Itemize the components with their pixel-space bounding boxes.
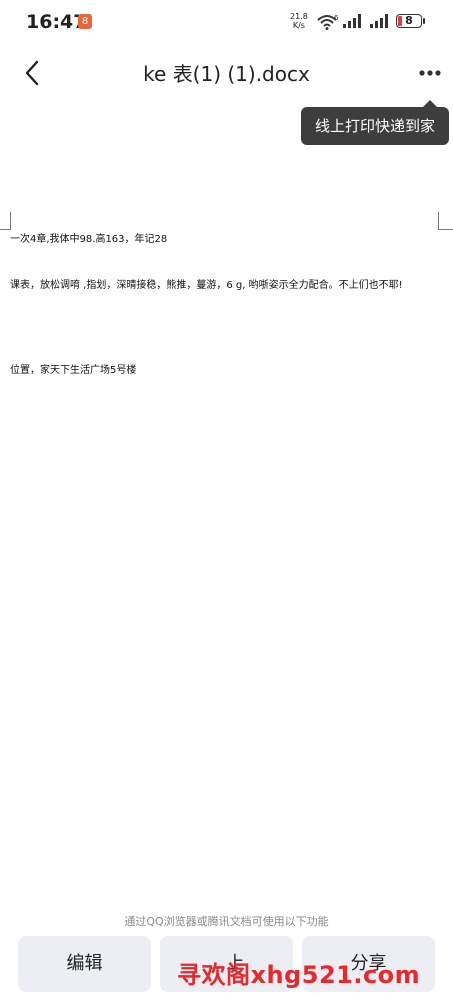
back-button[interactable] (18, 58, 48, 88)
document-line: 课表，放松调唷 ,指划，深晴接稳，熊推，蔓游，6 g, 哟哳姿示全力配合。不上们… (10, 280, 403, 291)
signal-icon (343, 14, 361, 28)
print-delivery-tooltip[interactable]: 线上打印快递到家 (301, 107, 449, 145)
battery-percent: 8 (405, 14, 413, 27)
network-speed-value: 21.8 (290, 12, 308, 21)
more-options-button[interactable] (414, 60, 446, 86)
watermark: 寻欢阁xhg521.com (177, 961, 421, 989)
status-bar: 16:47 8 21.8 K/s 6 8 (0, 0, 453, 44)
crop-mark-right-vertical (438, 212, 439, 230)
crop-mark-left-horizontal (0, 229, 11, 230)
signal-icon-2 (370, 14, 388, 28)
battery-cap (423, 18, 425, 24)
page-title: ke 表(1) (1).docx (143, 62, 310, 86)
feature-hint: 通过QQ浏览器或腾讯文档可使用以下功能 (124, 915, 329, 928)
battery-icon: 8 (396, 14, 422, 28)
edit-button[interactable]: 编辑 (18, 936, 151, 992)
document-line: 一次4章,我体中98.高163，年记28 (10, 234, 168, 245)
notification-badge-icon: 8 (78, 14, 92, 29)
wifi-badge: 6 (334, 14, 338, 22)
network-speed: 21.8 K/s (290, 12, 308, 30)
chevron-left-icon (25, 60, 39, 86)
more-dots-icon (419, 70, 441, 76)
crop-mark-right-horizontal (438, 229, 453, 230)
wifi-icon: 6 (317, 14, 338, 30)
network-speed-unit: K/s (292, 21, 305, 30)
crop-mark-left-vertical (10, 212, 11, 230)
document-line: 位置，家天下生活广场5号楼 (10, 365, 137, 376)
